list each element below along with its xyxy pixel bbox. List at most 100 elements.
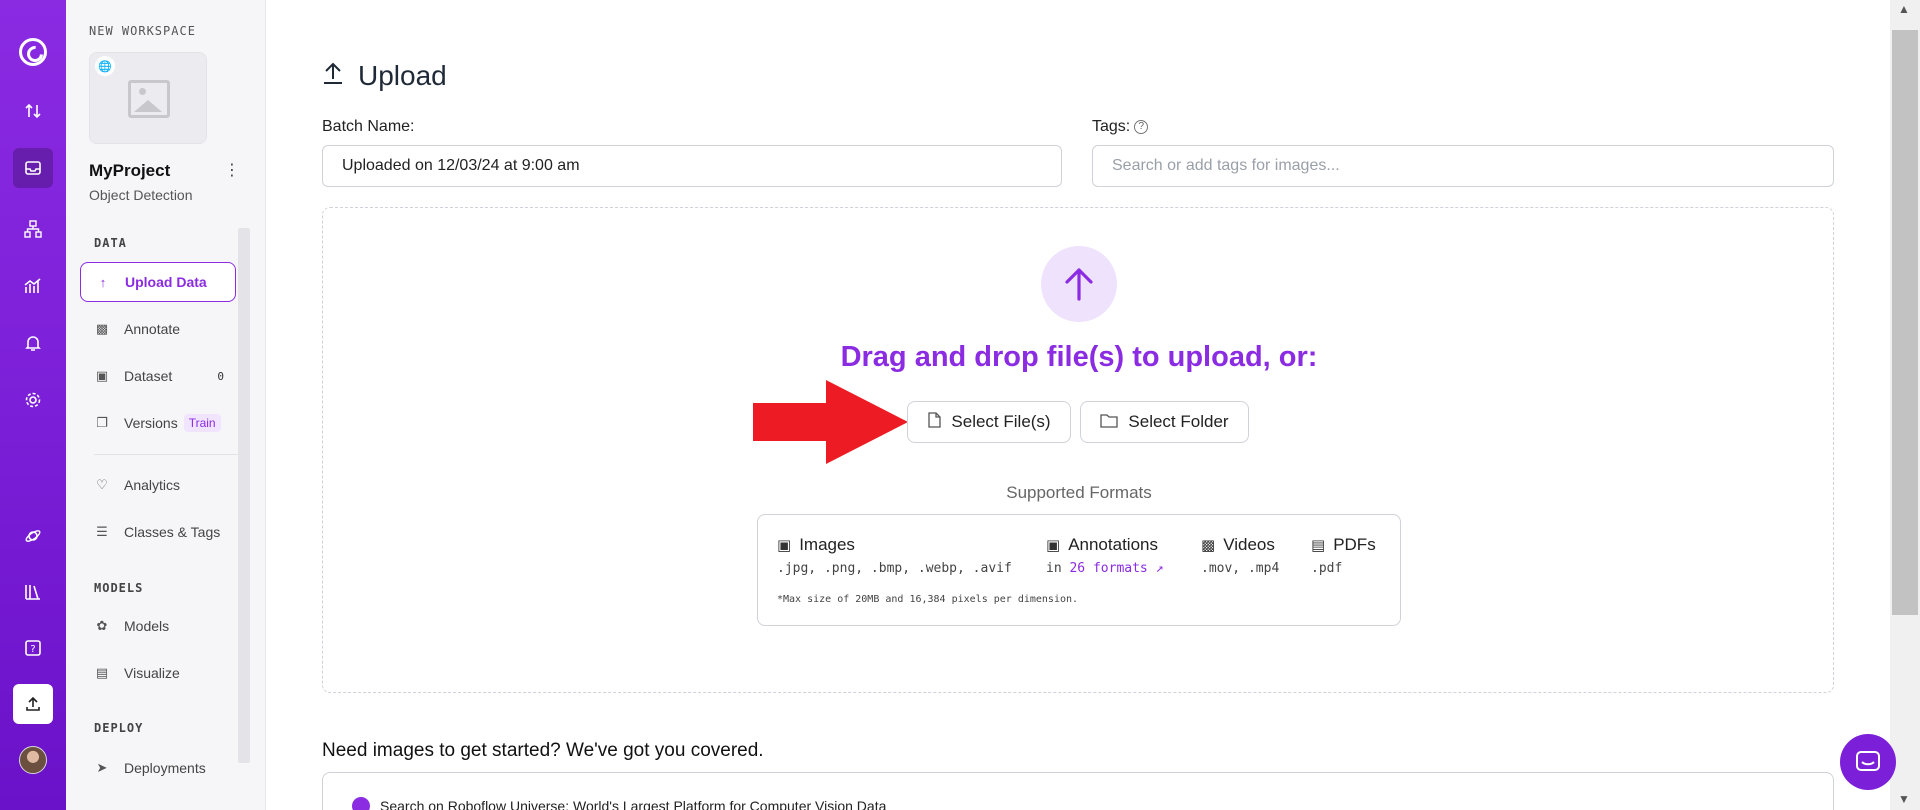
list-icon: ☰ [96, 524, 108, 539]
roboflow-universe-icon [352, 797, 370, 810]
sidebar-item-classes-tags[interactable]: ☰ Classes & Tags [80, 512, 236, 552]
workflow-icon[interactable] [13, 209, 53, 249]
globe-icon: 🌐 [95, 56, 115, 76]
bar-chart-icon: ▤ [95, 665, 109, 680]
batch-name-value: Uploaded on 12/03/24 at 9:00 am [342, 157, 580, 174]
pdfs-extensions: .pdf [1311, 561, 1343, 576]
sidebar-item-dataset[interactable]: ▣ Dataset 0 [80, 356, 236, 396]
sidebar-item-label: Dataset [124, 368, 173, 384]
sidebar-item-upload-data[interactable]: ↑ Upload Data [80, 262, 236, 302]
page-title-text: Upload [358, 60, 447, 91]
sidebar-item-label: Versions [124, 415, 178, 431]
section-deploy-label: DEPLOY [94, 721, 144, 735]
train-badge[interactable]: Train [183, 414, 221, 432]
models-icon: ✿ [96, 618, 108, 633]
batch-name-input[interactable]: Uploaded on 12/03/24 at 9:00 am [322, 145, 1062, 187]
file-icon [927, 412, 942, 432]
arrow-up-icon: ↑ [99, 274, 107, 290]
bounding-box-icon: ▣ [1046, 537, 1061, 554]
tags-placeholder: Search or add tags for images... [1112, 157, 1340, 174]
pdfs-title: PDFs [1333, 535, 1376, 554]
max-size-note: *Max size of 20MB and 16,384 pixels per … [777, 594, 1079, 605]
upload-circle-icon [1041, 246, 1117, 322]
analytics-icon[interactable] [13, 266, 53, 306]
roboflow-logo-icon[interactable] [19, 38, 47, 66]
annotations-prefix: in [1046, 561, 1062, 576]
external-link-icon[interactable]: ↗ [1156, 561, 1164, 576]
formats-link[interactable]: 26 formats [1069, 561, 1147, 576]
project-name[interactable]: MyProject [89, 161, 170, 181]
videos-title: Videos [1223, 535, 1275, 554]
icon-rail: ? [0, 0, 66, 810]
select-folder-label: Select Folder [1128, 412, 1229, 431]
sidebar-item-label: Deployments [124, 760, 206, 776]
chat-icon [1856, 751, 1880, 771]
sidebar-scrollbar[interactable] [238, 228, 250, 763]
sidebar-item-label: Annotate [124, 321, 181, 337]
select-files-button[interactable]: Select File(s) [907, 401, 1071, 443]
formats-card: ▣ Images .jpg, .png, .bmp, .webp, .avif ▣… [757, 514, 1401, 626]
project-sidebar: NEW WORKSPACE 🌐 MyProject ⋮ Object Detec… [66, 0, 266, 810]
folder-icon [1100, 413, 1119, 432]
sidebar-item-models[interactable]: ✿ Models [80, 606, 236, 646]
more-vertical-icon[interactable]: ⋮ [224, 160, 240, 180]
chat-support-button[interactable] [1840, 734, 1896, 790]
library-icon[interactable] [13, 572, 53, 612]
image-placeholder-icon [128, 80, 170, 118]
sidebar-item-visualize[interactable]: ▤ Visualize [80, 653, 236, 693]
transfer-icon[interactable] [13, 91, 53, 131]
format-pdfs: ▤ PDFs .pdf [1311, 535, 1376, 576]
universe-icon[interactable] [13, 516, 53, 556]
universe-row[interactable]: Search on Roboflow Universe: World's Lar… [352, 797, 886, 810]
sidebar-item-versions[interactable]: ❐ Versions Train [80, 403, 236, 443]
need-images-heading: Need images to get started? We've got yo… [322, 740, 764, 761]
format-images: ▣ Images .jpg, .png, .bmp, .webp, .avif [777, 535, 1012, 576]
help-icon[interactable]: ? [13, 628, 53, 668]
universe-card[interactable]: Search on Roboflow Universe: World's Lar… [322, 772, 1834, 810]
bell-icon[interactable] [13, 323, 53, 363]
page-scrollbar[interactable]: ▲ ▼ [1890, 0, 1920, 810]
sidebar-item-label: Analytics [124, 477, 181, 493]
batch-name-label: Batch Name: [322, 118, 415, 135]
red-arrow-annotation [753, 380, 908, 464]
universe-text: Search on Roboflow Universe: World's Lar… [380, 798, 887, 810]
settings-icon[interactable] [13, 380, 53, 420]
videos-extensions: .mov, .mp4 [1201, 561, 1280, 576]
workspace-label: NEW WORKSPACE [89, 24, 196, 38]
help-icon[interactable]: ? [1134, 119, 1149, 134]
sidebar-item-label: Classes & Tags [124, 524, 221, 540]
images-title: Images [799, 535, 855, 554]
project-type: Object Detection [89, 187, 193, 203]
rocket-icon: ➤ [96, 760, 108, 775]
select-files-label: Select File(s) [951, 412, 1051, 431]
sidebar-item-annotate[interactable]: ▩ Annotate [80, 309, 236, 349]
images-extensions: .jpg, .png, .bmp, .webp, .avif [777, 561, 1012, 576]
sidebar-item-deployments[interactable]: ➤ Deployments [80, 748, 236, 788]
drop-zone[interactable]: Drag and drop file(s) to upload, or: Sel… [322, 207, 1834, 693]
sidebar-item-analytics[interactable]: ♡ Analytics [80, 465, 236, 505]
scrollbar-thumb[interactable] [1892, 30, 1918, 615]
format-videos: ▩ Videos .mov, .mp4 [1201, 535, 1279, 576]
sidebar-item-label: Visualize [124, 665, 180, 681]
versions-icon: ❐ [96, 415, 108, 430]
video-icon: ▩ [1201, 537, 1216, 554]
image-icon: ▣ [95, 368, 109, 383]
sidebar-divider [94, 454, 238, 455]
tags-label-text: Tags: [1092, 118, 1131, 135]
svg-text:?: ? [30, 644, 35, 655]
supported-formats-label: Supported Formats [1006, 483, 1152, 502]
upload-icon [322, 61, 344, 92]
scroll-up-icon[interactable]: ▲ [1898, 2, 1910, 16]
avatar[interactable] [19, 746, 47, 774]
select-folder-button[interactable]: Select Folder [1080, 401, 1249, 443]
drag-drop-text: Drag and drop file(s) to upload, or: [840, 341, 1318, 373]
inbox-icon[interactable] [13, 148, 53, 188]
page-title: Upload [322, 60, 447, 92]
main-content: Upload Batch Name: Uploaded on 12/03/24 … [266, 0, 1890, 810]
workspace-thumbnail[interactable]: 🌐 [89, 52, 207, 144]
annotate-icon: ▩ [95, 321, 109, 336]
upload-icon[interactable] [13, 684, 53, 724]
scroll-down-icon[interactable]: ▼ [1898, 792, 1910, 806]
pdf-icon: ▤ [1311, 537, 1326, 554]
tags-input[interactable]: Search or add tags for images... [1092, 145, 1834, 187]
